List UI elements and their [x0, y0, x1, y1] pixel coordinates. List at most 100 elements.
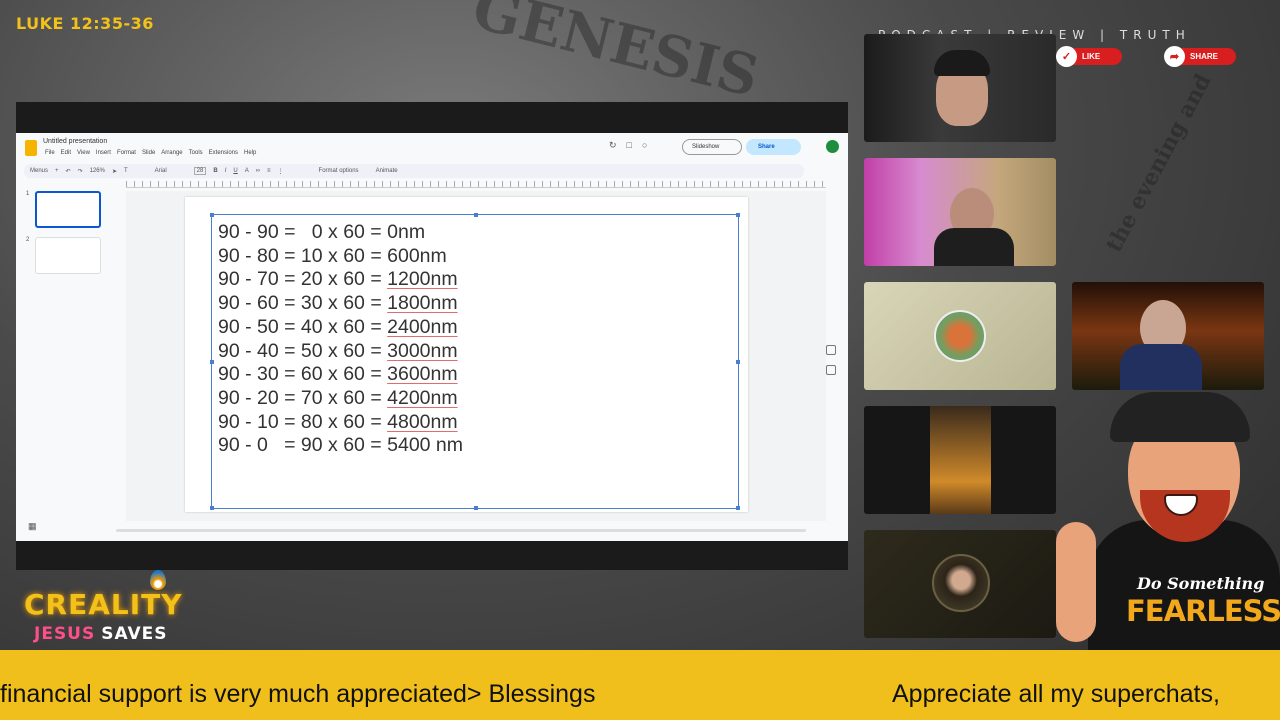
add-icon[interactable]: +: [55, 168, 59, 174]
animate-button[interactable]: Animate: [376, 168, 398, 174]
participant-video-2: [864, 158, 1056, 266]
like-button[interactable]: ✓ LIKE: [1056, 46, 1122, 67]
slide-thumbnail[interactable]: [35, 237, 101, 274]
menu-slide[interactable]: Slide: [142, 150, 155, 156]
text-line: 90 - 30 = 60 x 60 = 3600nm: [218, 363, 458, 386]
cartoon-thumb: [1056, 522, 1096, 642]
slide-canvas[interactable]: 90 - 90 = 0 x 60 = 0nm 90 - 80 = 10 x 60…: [185, 197, 748, 512]
participant-video-1: [864, 34, 1056, 142]
grid-view-icon[interactable]: ▦: [28, 521, 37, 532]
document-title[interactable]: Untitled presentation: [43, 138, 107, 145]
slideshow-button[interactable]: Slideshow: [682, 139, 742, 155]
participant-avatar: [934, 310, 986, 362]
select-tool-icon[interactable]: ➤: [112, 168, 117, 175]
redo-icon[interactable]: ↷: [78, 168, 83, 175]
menu-arrange[interactable]: Arrange: [161, 150, 182, 156]
participant-video-6: [864, 530, 1056, 638]
menu-insert[interactable]: Insert: [96, 150, 111, 156]
ticker-text: Appreciate all my superchats,: [892, 680, 1220, 708]
bold-icon[interactable]: B: [213, 168, 217, 174]
flame-logo-icon: [150, 570, 166, 590]
menu-file[interactable]: File: [45, 150, 55, 156]
resize-handle[interactable]: [736, 506, 740, 510]
share-label: SHARE: [1190, 52, 1219, 61]
resize-handle[interactable]: [736, 360, 740, 364]
text-line: 90 - 20 = 70 x 60 = 4200nm: [218, 386, 458, 409]
share-doc-button[interactable]: Share: [746, 139, 801, 155]
shirt-slogan-line2: FEARLESS: [1126, 594, 1280, 628]
zoom-select[interactable]: 126%: [90, 168, 105, 174]
menu-edit[interactable]: Edit: [61, 150, 71, 156]
history-icon[interactable]: ↻: [609, 140, 617, 151]
text-color-icon[interactable]: A: [245, 168, 249, 174]
participant-video-4: [1072, 282, 1264, 390]
horizontal-ruler[interactable]: [126, 181, 826, 188]
background-bible-text: GENESIS: [466, 0, 766, 111]
horizontal-scrollbar[interactable]: [116, 529, 806, 532]
cartoon-cap: [1110, 392, 1250, 442]
text-line: 90 - 10 = 80 x 60 = 4800nm: [218, 410, 458, 433]
participant-video-5: [864, 406, 1056, 514]
scrolling-ticker: financial support is very much appreciat…: [0, 650, 1280, 720]
ticker-text: financial support is very much appreciat…: [0, 680, 596, 708]
link-icon[interactable]: ∞: [256, 168, 260, 174]
align-icon[interactable]: ≡: [267, 168, 271, 174]
resize-handle[interactable]: [736, 213, 740, 217]
channel-logo-subtitle: JESUS SAVES: [34, 624, 168, 644]
slides-logo-icon[interactable]: [25, 140, 37, 156]
channel-logo-title: CREALITY: [24, 588, 183, 621]
participant-room: [930, 406, 991, 514]
menu-extensions[interactable]: Extensions: [209, 150, 238, 156]
participant-body: [934, 228, 1014, 266]
participant-cap: [934, 50, 990, 76]
undo-icon[interactable]: ↶: [66, 168, 71, 175]
thumbs-up-icon: ✓: [1056, 46, 1077, 67]
slide-thumbnail[interactable]: [35, 191, 101, 228]
meet-icon[interactable]: ○: [642, 140, 647, 151]
participant-body: [1120, 344, 1202, 390]
share-arrow-icon: ➦: [1164, 46, 1185, 67]
slide-text-lines[interactable]: 90 - 90 = 0 x 60 = 0nm 90 - 80 = 10 x 60…: [218, 221, 463, 458]
text-line: 90 - 40 = 50 x 60 = 3000nm: [218, 339, 458, 362]
format-options-button[interactable]: Format options: [319, 168, 359, 174]
menu-help[interactable]: Help: [244, 150, 256, 156]
list-icon[interactable]: ⋮: [278, 168, 284, 175]
comment-icon[interactable]: □: [627, 140, 632, 151]
menu-view[interactable]: View: [77, 150, 90, 156]
text-line: 90 - 90 = 0 x 60 = 0nm: [218, 221, 426, 243]
text-line: 90 - 50 = 40 x 60 = 2400nm: [218, 315, 458, 338]
side-panel-icon[interactable]: [826, 365, 836, 375]
screen-share: Untitled presentation File Edit View Ins…: [16, 102, 848, 570]
slides-topbar: Untitled presentation File Edit View Ins…: [16, 133, 848, 163]
resize-handle[interactable]: [210, 213, 214, 217]
slide-text-box[interactable]: 90 - 90 = 0 x 60 = 0nm 90 - 80 = 10 x 60…: [210, 213, 740, 510]
background-bible-text: the evening and: [1100, 69, 1217, 257]
textbox-tool-icon[interactable]: T: [124, 168, 128, 174]
participant-video-3: [864, 282, 1056, 390]
thumbnail-number: 2: [26, 237, 30, 243]
resize-handle[interactable]: [474, 506, 478, 510]
participant-avatar: [932, 554, 990, 612]
menu-tools[interactable]: Tools: [189, 150, 203, 156]
share-button[interactable]: ➦ SHARE: [1164, 46, 1236, 67]
text-line: 90 - 70 = 20 x 60 = 1200nm: [218, 268, 458, 291]
topbar-icons: ↻ □ ○: [609, 140, 647, 151]
formatting-toolbar: Menus + ↶ ↷ 126% ➤ T Arial 28 B I U A ∞ …: [24, 164, 804, 178]
slide-filmstrip: 1 2: [16, 189, 116, 519]
scripture-reference: LUKE 12:35-36: [16, 14, 154, 33]
text-line: 90 - 0 = 90 x 60 = 5400 nm: [218, 434, 464, 457]
resize-handle[interactable]: [474, 213, 478, 217]
account-avatar[interactable]: [826, 140, 839, 153]
menu-bar: File Edit View Insert Format Slide Arran…: [45, 150, 256, 156]
shirt-slogan-line1: Do Something: [1137, 574, 1265, 593]
resize-handle[interactable]: [210, 506, 214, 510]
font-size-field[interactable]: 28: [193, 167, 207, 175]
resize-handle[interactable]: [210, 360, 214, 364]
font-select[interactable]: Arial: [155, 168, 167, 174]
menus-search[interactable]: Menus: [30, 168, 48, 174]
italic-icon[interactable]: I: [225, 168, 227, 174]
menu-format[interactable]: Format: [117, 150, 136, 156]
side-panel-icon[interactable]: [826, 345, 836, 355]
underline-icon[interactable]: U: [233, 168, 237, 174]
thumbnail-number: 1: [26, 191, 30, 197]
